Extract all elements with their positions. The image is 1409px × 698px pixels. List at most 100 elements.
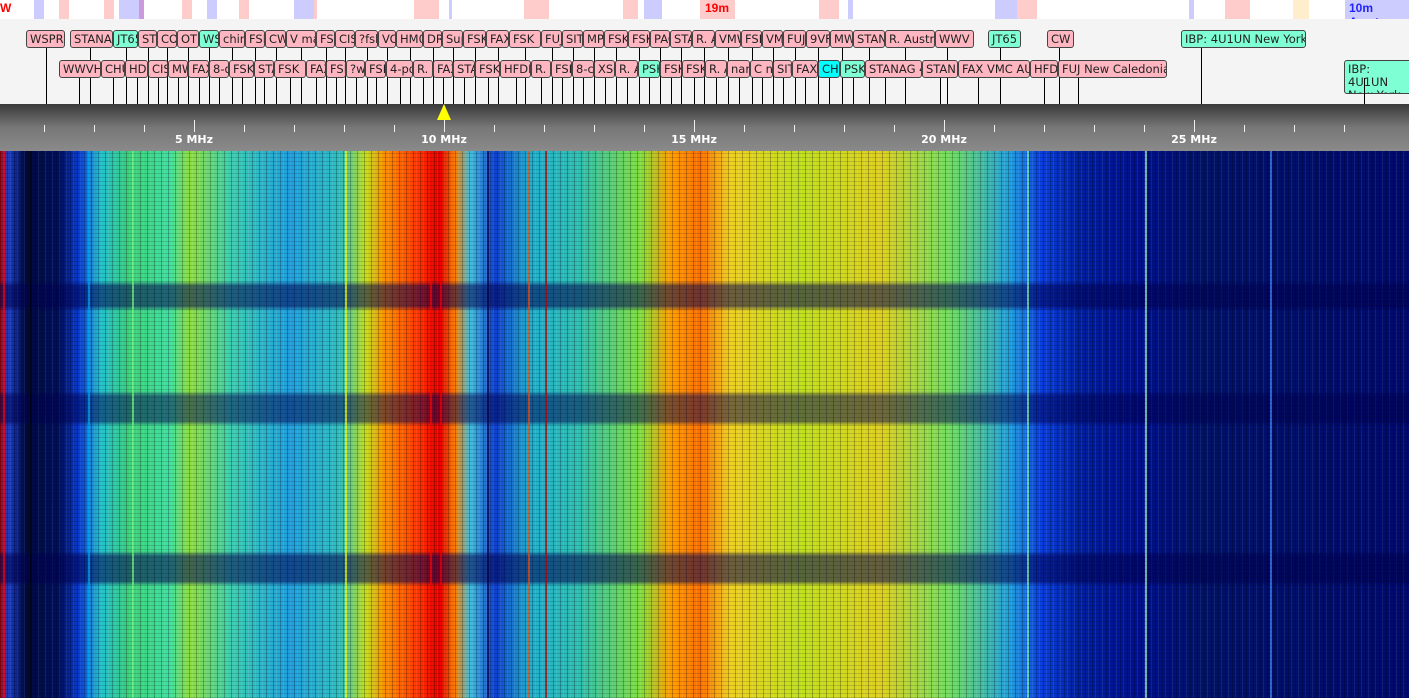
station-label[interactable]: CO [157, 30, 177, 48]
waterfall[interactable] [0, 151, 1409, 698]
station-label[interactable]: FSK [365, 60, 386, 78]
station-label[interactable]: SIT [773, 60, 792, 78]
station-label[interactable]: FSK [604, 30, 628, 48]
station-label[interactable]: DR [423, 30, 442, 48]
station-label[interactable]: ST [138, 30, 157, 48]
station-label[interactable]: STAN [922, 60, 958, 78]
station-label[interactable]: 8-d [209, 60, 229, 78]
station-label[interactable]: XSO [594, 60, 615, 78]
band-segment[interactable] [207, 0, 217, 19]
station-label[interactable]: 8-c [572, 60, 594, 78]
station-label[interactable]: MP [583, 30, 604, 48]
station-label[interactable]: CHU [101, 60, 125, 78]
tuning-marker-icon[interactable] [437, 104, 451, 120]
band-segment[interactable] [414, 0, 439, 19]
band-segment[interactable] [623, 0, 638, 19]
station-label[interactable]: FSK [682, 60, 705, 78]
band-segment[interactable] [644, 0, 662, 19]
band-segment[interactable] [182, 0, 192, 19]
station-label[interactable]: Sup [442, 30, 463, 48]
station-label[interactable]: PSK [840, 60, 865, 78]
station-label[interactable]: nar [727, 60, 750, 78]
station-label[interactable]: FSK [463, 30, 486, 48]
station-label[interactable]: FUJ [541, 30, 562, 48]
band-segment[interactable] [848, 0, 853, 19]
station-label[interactable]: HD [125, 60, 148, 78]
band-segment[interactable] [239, 0, 249, 19]
station-label[interactable]: VO [378, 30, 396, 48]
station-label[interactable]: ?fsk [355, 30, 378, 48]
station-label[interactable]: PAC [650, 30, 670, 48]
station-label[interactable]: STA [254, 60, 274, 78]
station-label[interactable]: R. [531, 60, 551, 78]
station-label[interactable]: R. Austra [885, 30, 935, 48]
station-label[interactable]: 4-pd [386, 60, 413, 78]
station-label[interactable]: R. [413, 60, 433, 78]
band-segment[interactable] [995, 0, 1017, 19]
station-label[interactable]: FSK [551, 60, 572, 78]
band-segment[interactable] [119, 0, 139, 19]
band-segment[interactable] [1293, 0, 1309, 19]
station-label[interactable]: chirp [219, 30, 245, 48]
station-label[interactable]: FSK [475, 60, 500, 78]
station-label[interactable]: FSK [316, 30, 335, 48]
station-label[interactable]: VM [762, 30, 783, 48]
band-segment[interactable] [59, 0, 69, 19]
station-label[interactable]: FAX [792, 60, 818, 78]
station-label[interactable]: ?w [346, 60, 365, 78]
band-segment[interactable] [1189, 0, 1194, 19]
band-segment[interactable] [1017, 0, 1037, 19]
station-label[interactable]: CW [1047, 30, 1075, 48]
station-label[interactable]: FSK [741, 30, 762, 48]
station-label[interactable]: STA [670, 30, 692, 48]
band-segment[interactable] [819, 0, 839, 19]
band-segment[interactable] [524, 0, 549, 19]
station-label[interactable]: MW [830, 30, 853, 48]
station-label[interactable]: VMW [715, 30, 741, 48]
station-label[interactable]: JT65 [113, 30, 138, 48]
station-label[interactable]: PSK [638, 60, 660, 78]
station-label[interactable]: CIS [335, 30, 355, 48]
station-label[interactable]: MW [168, 60, 188, 78]
station-label[interactable]: FSK [509, 30, 541, 48]
frequency-scale[interactable]: 5 MHz 10 MHz 15 MHz 20 MHz 25 MHz [0, 104, 1409, 151]
station-label[interactable]: WSPR [26, 30, 65, 48]
station-label[interactable]: FSK [660, 60, 682, 78]
station-label[interactable]: V ma [286, 30, 316, 48]
station-label[interactable]: FAX [486, 30, 509, 48]
station-label[interactable]: IBP: 4U1UN New York [1344, 60, 1409, 94]
station-label[interactable]: WWV [935, 30, 974, 48]
station-label[interactable]: CW [265, 30, 286, 48]
station-label[interactable]: CIS [148, 60, 168, 78]
station-label[interactable]: OTH [177, 30, 199, 48]
station-label[interactable]: FAX VMC AUS [958, 60, 1030, 78]
band-bar[interactable]: W 19m 10m Amate [0, 0, 1409, 29]
station-label[interactable]: SIT [562, 30, 583, 48]
station-label[interactable]: STAN [853, 30, 885, 48]
station-label[interactable]: R. A [705, 60, 727, 78]
station-label[interactable]: WS [199, 30, 219, 48]
station-label[interactable]: FSK [628, 30, 650, 48]
band-segment[interactable] [294, 0, 314, 19]
station-label[interactable]: FSK [326, 60, 346, 78]
station-label[interactable]: HM0 [396, 30, 423, 48]
station-label[interactable]: FUJ New Caledonia [1058, 60, 1167, 78]
station-label[interactable]: FUJ [783, 30, 806, 48]
band-segment[interactable] [1225, 0, 1250, 19]
band-segment[interactable] [104, 0, 114, 19]
band-label-left[interactable]: W [0, 1, 11, 15]
station-label[interactable]: CH [818, 60, 840, 78]
station-label[interactable]: C n [750, 60, 773, 78]
band-segment[interactable] [449, 0, 452, 19]
station-label[interactable]: FSK [274, 60, 306, 78]
station-label[interactable]: HFDL [500, 60, 531, 78]
station-label[interactable]: 9VF [806, 30, 830, 48]
station-label[interactable]: STANAG [70, 30, 113, 48]
station-label[interactable]: JT65 [988, 30, 1022, 48]
station-label[interactable]: FSK [229, 60, 254, 78]
station-label[interactable]: STA [453, 60, 475, 78]
band-segment[interactable] [34, 0, 44, 19]
station-label[interactable]: FAX [188, 60, 209, 78]
station-label[interactable]: HFD [1030, 60, 1058, 78]
station-label[interactable]: FSK [245, 30, 265, 48]
